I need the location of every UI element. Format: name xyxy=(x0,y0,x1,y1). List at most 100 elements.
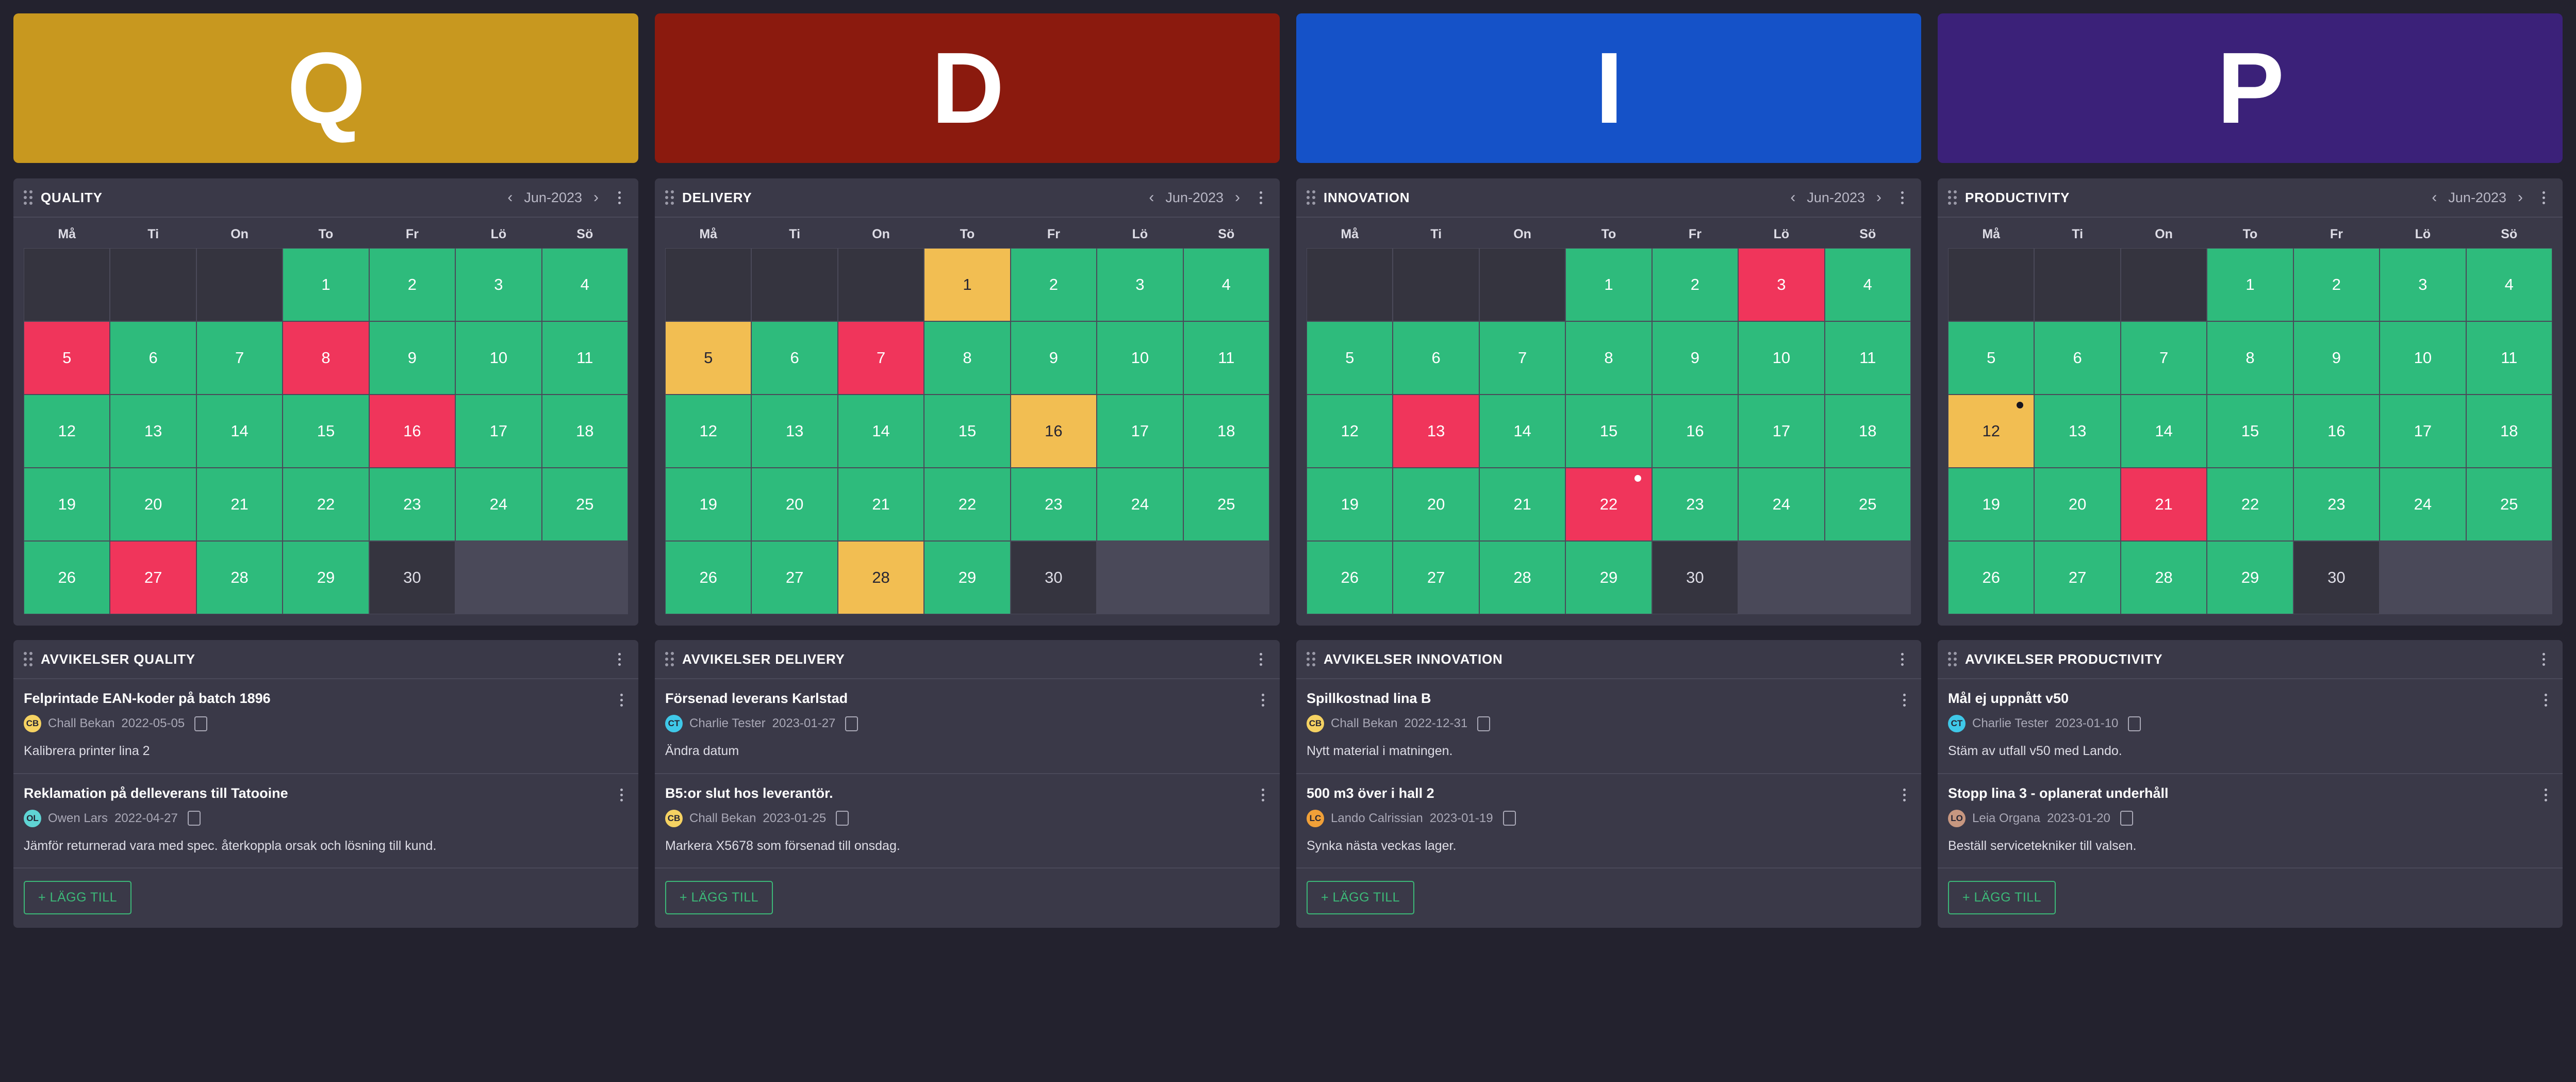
deviation-item[interactable]: Spillkostnad lina B CB Chall Bekan 2022-12-… xyxy=(1296,679,1921,774)
deviation-item[interactable]: Reklamation på delleverans till Tatooine… xyxy=(13,774,638,868)
prev-month-icon[interactable]: ‹ xyxy=(2430,190,2439,205)
deviation-checkbox[interactable] xyxy=(845,716,858,731)
calendar-day-cell[interactable]: 30 xyxy=(1011,542,1097,614)
calendar-day-cell[interactable]: 19 xyxy=(1948,468,2034,540)
calendar-day-cell[interactable]: 19 xyxy=(1307,468,1393,540)
calendar-day-cell[interactable]: 5 xyxy=(1307,322,1393,394)
calendar-day-cell[interactable]: 20 xyxy=(752,468,837,540)
deviation-checkbox[interactable] xyxy=(2120,811,2133,826)
calendar-day-cell[interactable]: 4 xyxy=(542,249,628,321)
deviation-options-icon[interactable] xyxy=(1258,786,1268,804)
deviation-checkbox[interactable] xyxy=(1477,716,1491,731)
calendar-day-cell[interactable]: 24 xyxy=(1097,468,1183,540)
calendar-day-cell[interactable]: 21 xyxy=(2121,468,2207,540)
deviation-checkbox[interactable] xyxy=(836,811,849,826)
deviation-options-icon[interactable] xyxy=(616,786,627,804)
calendar-day-cell[interactable]: 13 xyxy=(752,395,837,467)
calendar-day-cell[interactable]: 10 xyxy=(1097,322,1183,394)
calendar-day-cell[interactable]: 21 xyxy=(1479,468,1565,540)
calendar-day-cell[interactable]: 4 xyxy=(1825,249,1910,321)
calendar-day-cell[interactable]: 16 xyxy=(1011,395,1097,467)
calendar-day-cell[interactable]: 2 xyxy=(369,249,455,321)
calendar-day-cell[interactable]: 27 xyxy=(110,542,196,614)
calendar-day-cell[interactable]: 23 xyxy=(2293,468,2380,540)
calendar-day-cell[interactable]: 27 xyxy=(1393,542,1479,614)
calendar-options-icon[interactable] xyxy=(1897,189,1908,206)
calendar-day-cell[interactable]: 19 xyxy=(666,468,751,540)
calendar-day-cell[interactable]: 13 xyxy=(1393,395,1479,467)
next-month-icon[interactable]: › xyxy=(2516,190,2525,205)
calendar-day-cell[interactable]: 30 xyxy=(2293,542,2380,614)
deviation-checkbox[interactable] xyxy=(2128,716,2141,731)
deviation-checkbox[interactable] xyxy=(1502,811,1516,826)
calendar-day-cell[interactable]: 21 xyxy=(196,468,283,540)
add-deviation-button[interactable]: + LÄGG TILL xyxy=(24,881,132,914)
deviations-options-icon[interactable] xyxy=(2538,651,2549,668)
calendar-day-cell[interactable]: 28 xyxy=(2121,542,2207,614)
calendar-day-cell[interactable]: 23 xyxy=(369,468,455,540)
calendar-day-cell[interactable]: 1 xyxy=(1566,249,1652,321)
calendar-day-cell[interactable]: 29 xyxy=(283,542,369,614)
deviation-item[interactable]: Försenad leverans Karlstad CT Charlie Test… xyxy=(655,679,1280,774)
calendar-day-cell[interactable]: 17 xyxy=(456,395,541,467)
calendar-day-cell[interactable]: 30 xyxy=(369,542,455,614)
calendar-day-cell[interactable]: 14 xyxy=(196,395,283,467)
calendar-day-cell[interactable]: 15 xyxy=(1566,395,1652,467)
calendar-day-cell[interactable]: 8 xyxy=(2207,322,2293,394)
calendar-day-cell[interactable]: 8 xyxy=(924,322,1010,394)
calendar-day-cell[interactable]: 29 xyxy=(1566,542,1652,614)
calendar-day-cell[interactable]: 9 xyxy=(2293,322,2380,394)
calendar-day-cell[interactable]: 29 xyxy=(924,542,1010,614)
deviation-item[interactable]: Stopp lina 3 - oplanerat underhåll LO Leia… xyxy=(1938,774,2563,868)
calendar-day-cell[interactable]: 15 xyxy=(924,395,1010,467)
calendar-day-cell[interactable]: 29 xyxy=(2207,542,2293,614)
calendar-options-icon[interactable] xyxy=(2538,189,2549,206)
calendar-day-cell[interactable]: 8 xyxy=(1566,322,1652,394)
calendar-day-cell[interactable]: 11 xyxy=(2466,322,2552,394)
deviations-options-icon[interactable] xyxy=(1897,651,1908,668)
calendar-day-cell[interactable]: 17 xyxy=(1097,395,1183,467)
prev-month-icon[interactable]: ‹ xyxy=(1147,190,1156,205)
calendar-day-cell[interactable]: 26 xyxy=(1948,542,2034,614)
calendar-day-cell[interactable]: 22 xyxy=(924,468,1010,540)
calendar-day-cell[interactable]: 14 xyxy=(1479,395,1565,467)
calendar-day-cell[interactable]: 11 xyxy=(542,322,628,394)
calendar-day-cell[interactable]: 22 xyxy=(283,468,369,540)
calendar-day-cell[interactable]: 12 xyxy=(1948,395,2034,467)
next-month-icon[interactable]: › xyxy=(591,190,601,205)
drag-handle-icon[interactable] xyxy=(1948,652,1957,666)
drag-handle-icon[interactable] xyxy=(1948,190,1957,205)
calendar-day-cell[interactable]: 7 xyxy=(838,322,924,394)
next-month-icon[interactable]: › xyxy=(1233,190,1242,205)
deviation-options-icon[interactable] xyxy=(2540,786,2551,804)
calendar-day-cell[interactable]: 17 xyxy=(1739,395,1824,467)
calendar-day-cell[interactable]: 18 xyxy=(2466,395,2552,467)
calendar-day-cell[interactable]: 12 xyxy=(24,395,110,467)
calendar-day-cell[interactable]: 9 xyxy=(1011,322,1097,394)
add-deviation-button[interactable]: + LÄGG TILL xyxy=(1307,881,1415,914)
deviation-options-icon[interactable] xyxy=(1899,786,1910,804)
drag-handle-icon[interactable] xyxy=(665,190,674,205)
calendar-day-cell[interactable]: 20 xyxy=(2035,468,2120,540)
deviation-checkbox[interactable] xyxy=(187,811,201,826)
calendar-day-cell[interactable]: 5 xyxy=(666,322,751,394)
calendar-day-cell[interactable]: 5 xyxy=(1948,322,2034,394)
calendar-day-cell[interactable]: 20 xyxy=(1393,468,1479,540)
calendar-options-icon[interactable] xyxy=(1256,189,1266,206)
calendar-day-cell[interactable]: 24 xyxy=(1739,468,1824,540)
drag-handle-icon[interactable] xyxy=(665,652,674,666)
calendar-day-cell[interactable]: 25 xyxy=(2466,468,2552,540)
calendar-day-cell[interactable]: 25 xyxy=(1825,468,1910,540)
calendar-day-cell[interactable]: 22 xyxy=(1566,468,1652,540)
deviations-options-icon[interactable] xyxy=(614,651,625,668)
calendar-day-cell[interactable]: 4 xyxy=(1183,249,1269,321)
calendar-day-cell[interactable]: 3 xyxy=(2380,249,2466,321)
calendar-day-cell[interactable]: 24 xyxy=(456,468,541,540)
drag-handle-icon[interactable] xyxy=(24,652,32,666)
add-deviation-button[interactable]: + LÄGG TILL xyxy=(1948,881,2056,914)
calendar-day-cell[interactable]: 12 xyxy=(666,395,751,467)
calendar-day-cell[interactable]: 16 xyxy=(369,395,455,467)
calendar-day-cell[interactable]: 15 xyxy=(283,395,369,467)
calendar-day-cell[interactable]: 28 xyxy=(838,542,924,614)
prev-month-icon[interactable]: ‹ xyxy=(1788,190,1797,205)
